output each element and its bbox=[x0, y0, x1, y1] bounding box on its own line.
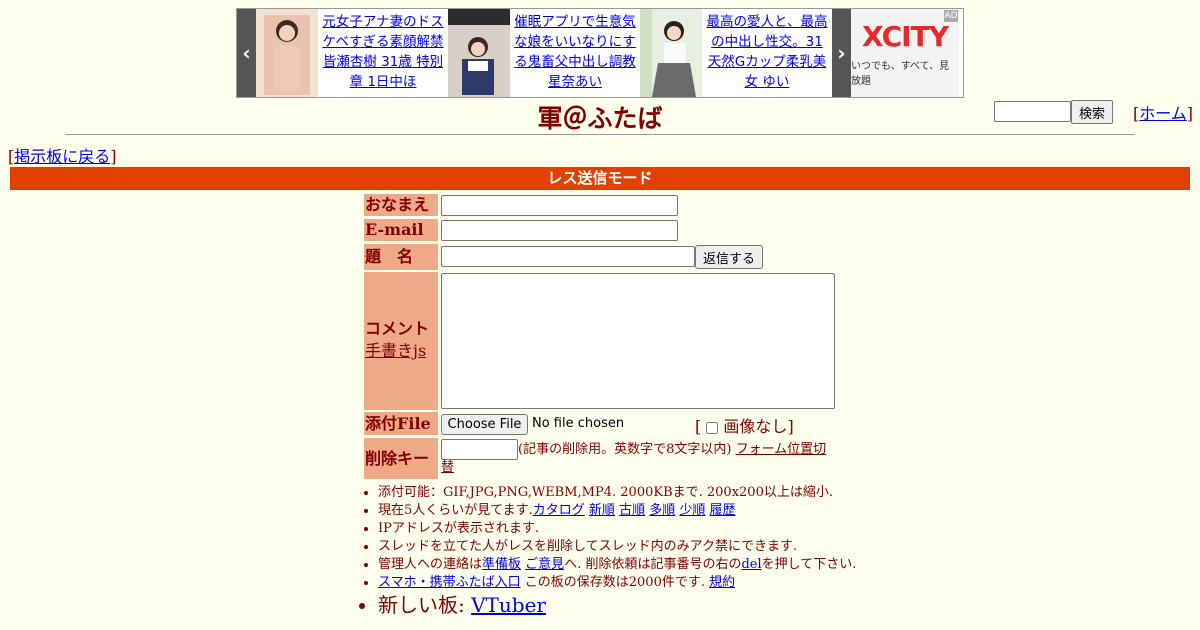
rules-list: 添付可能：GIF,JPG,PNG,WEBM,MP4. 2000KBまで. 200… bbox=[364, 484, 856, 618]
email-input[interactable] bbox=[441, 220, 678, 241]
comment-textarea[interactable] bbox=[441, 273, 835, 409]
ad-item-3[interactable]: 最高の愛人と、最高の中出し性交。31 天然Gカップ柔乳美女 ゆい bbox=[640, 9, 832, 97]
no-image-option: [ 画像なし] bbox=[695, 417, 794, 436]
new-board-label: 新しい板: bbox=[378, 593, 472, 617]
rule-item: IPアドレスが表示されます. bbox=[378, 520, 856, 538]
del-link[interactable]: del bbox=[741, 557, 761, 572]
file-label: 添付File bbox=[364, 412, 438, 435]
terms-link[interactable]: 規約 bbox=[709, 575, 735, 590]
ad-thumbnail[interactable] bbox=[256, 9, 318, 97]
ad-item-1[interactable]: 元女子アナ妻のドスケベすぎる素顔解禁 皆瀬杏樹 31歳 特別章 1日中ほ bbox=[256, 9, 448, 97]
delete-key-label: 削除キー bbox=[364, 438, 438, 479]
ad-title-link[interactable]: 元女子アナ妻のドスケベすぎる素顔解禁 皆瀬杏樹 31歳 特別章 1日中ほ bbox=[318, 9, 448, 97]
ad-item-2[interactable]: 催眠アプリで生意気な娘をいいなりにする鬼畜父中出し調教 星奈あい bbox=[448, 9, 640, 97]
submit-reply-button[interactable]: 返信する bbox=[695, 245, 763, 269]
ad-title-link[interactable]: 最高の愛人と、最高の中出し性交。31 天然Gカップ柔乳美女 ゆい bbox=[702, 9, 832, 97]
xcity-logo: XCITY bbox=[862, 19, 949, 53]
delete-key-hint: (記事の削除用。英数字で8文字以内) bbox=[518, 442, 732, 457]
mode-bar: レス送信モード bbox=[10, 167, 1190, 190]
sort-new-link[interactable]: 新順 bbox=[589, 503, 615, 518]
history-link[interactable]: 履歴 bbox=[710, 503, 736, 518]
delete-key-hint-block: (記事の削除用。英数字で8文字以内) フォーム位置切替 bbox=[441, 441, 836, 477]
divider bbox=[66, 134, 1134, 135]
no-image-checkbox[interactable] bbox=[706, 421, 719, 434]
handwriting-link[interactable]: 手書きjs bbox=[365, 341, 426, 360]
home-link[interactable]: ホーム bbox=[1139, 104, 1187, 123]
name-input[interactable] bbox=[441, 195, 678, 216]
rule-item: スマホ・携帯ふたば入口 この板の保存数は2000件です. 規約 bbox=[378, 574, 856, 592]
xcity-tagline: いつでも、すべて、見放題 bbox=[851, 60, 950, 87]
feedback-link[interactable]: ご意見 bbox=[525, 557, 564, 572]
comment-label-cell: コメント 手書きjs bbox=[364, 272, 438, 410]
ad-thumbnail[interactable] bbox=[640, 9, 702, 97]
home-nav: [ホーム] bbox=[1133, 104, 1194, 123]
rule-text: スレッドを立てた人がレスを削除してスレッド内のみアク禁にできます. bbox=[378, 539, 798, 554]
rule-text: IPアドレスが表示されます. bbox=[378, 521, 540, 536]
ad-prev-arrow-icon[interactable]: ‹ bbox=[237, 9, 256, 97]
mobile-entry-link[interactable]: スマホ・携帯ふたば入口 bbox=[378, 575, 521, 590]
rule-item: 添付可能：GIF,JPG,PNG,WEBM,MP4. 2000KBまで. 200… bbox=[378, 484, 856, 502]
no-file-text: No file chosen bbox=[532, 416, 625, 431]
ad-banner[interactable]: ‹ 元女子アナ妻のドスケベすぎる素顔解禁 皆瀬杏樹 31歳 特別章 1日中ほ 催… bbox=[236, 8, 964, 98]
sort-most-link[interactable]: 多順 bbox=[649, 503, 675, 518]
vtuber-board-link[interactable]: VTuber bbox=[471, 593, 546, 617]
rule-text: 管理人への連絡は bbox=[378, 557, 483, 572]
rule-text: へ. 削除依頼は記事番号の右の bbox=[564, 557, 742, 572]
new-board-item: 新しい板: VTuber bbox=[378, 592, 856, 618]
sort-old-link[interactable]: 古順 bbox=[619, 503, 645, 518]
rule-text: を押して下さい. bbox=[761, 557, 857, 572]
rule-item: スレッドを立てた人がレスを削除してスレッド内のみアク禁にできます. bbox=[378, 538, 856, 556]
ad-next-arrow-icon[interactable]: › bbox=[832, 9, 851, 97]
comment-label: コメント bbox=[365, 319, 430, 338]
choose-file-button[interactable]: Choose File bbox=[441, 414, 528, 435]
prep-board-link[interactable]: 準備板 bbox=[482, 557, 521, 572]
sort-least-link[interactable]: 少順 bbox=[679, 503, 705, 518]
viewer-count-text: 現在5人くらいが見てます. bbox=[378, 503, 533, 518]
rule-text: この板の保存数は2000件です. bbox=[520, 575, 705, 590]
rule-item: 管理人への連絡は準備板 ご意見へ. 削除依頼は記事番号の右のdelを押して下さい… bbox=[378, 556, 856, 574]
search-input[interactable] bbox=[994, 101, 1071, 122]
ad-thumbnail[interactable] bbox=[448, 9, 510, 97]
email-label: E-mail bbox=[364, 219, 438, 241]
xcity-ad[interactable]: XCITY いつでも、すべて、見放題 AD bbox=[851, 9, 959, 97]
rule-item: 現在5人くらいが見てます.カタログ 新順 古順 多順 少順 履歴 bbox=[378, 502, 856, 520]
catalog-link[interactable]: カタログ bbox=[533, 503, 585, 518]
search-button[interactable]: 検索 bbox=[1071, 100, 1113, 124]
ad-title-link[interactable]: 催眠アプリで生意気な娘をいいなりにする鬼畜父中出し調教 星奈あい bbox=[510, 9, 640, 97]
back-nav: [掲示板に戻る] bbox=[8, 147, 117, 166]
no-image-label: 画像なし bbox=[723, 417, 788, 436]
subject-label: 題 名 bbox=[364, 244, 438, 270]
ad-info-icon[interactable]: AD bbox=[944, 10, 958, 22]
rule-text: 添付可能：GIF,JPG,PNG,WEBM,MP4. 2000KBまで. 200… bbox=[378, 485, 833, 500]
subject-input[interactable] bbox=[441, 246, 695, 267]
name-label: おなまえ bbox=[364, 194, 438, 216]
back-to-board-link[interactable]: 掲示板に戻る bbox=[14, 147, 110, 166]
